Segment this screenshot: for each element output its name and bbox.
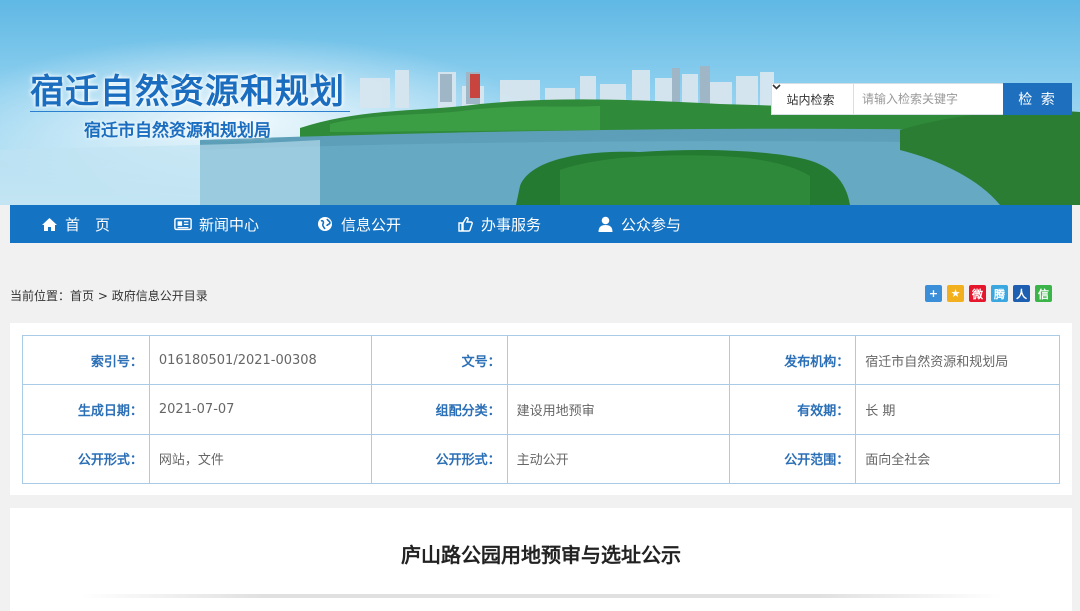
header-banner: 宿迁自然资源和规划 宿迁市自然资源和规划局 站内检索 检 索 <box>0 0 1080 205</box>
search-button[interactable]: 检 索 <box>1003 83 1072 115</box>
nav-item-home[interactable]: 首 页 <box>40 205 110 243</box>
meta-label-index-no: 索引号： <box>22 334 150 386</box>
nav-item-info-disclosure[interactable]: 信息公开 <box>316 205 401 243</box>
meta-value-disclosure-form: 网站，文件 <box>148 433 372 484</box>
meta-label-doc-no: 文号： <box>370 334 508 386</box>
nav-item-label: 公众参与 <box>621 215 682 234</box>
site-title: 宿迁自然资源和规划 <box>30 72 345 112</box>
nav-item-services[interactable]: 办事服务 <box>456 205 541 243</box>
meta-label-publisher: 发布机构： <box>729 334 857 386</box>
thumbs-up-icon <box>456 215 474 233</box>
meta-value-created-date: 2021-07-07 <box>148 384 372 435</box>
qzone-icon[interactable]: ★ <box>947 285 964 302</box>
weibo-icon[interactable]: 微 <box>969 285 986 302</box>
breadcrumb-separator: > <box>94 289 112 303</box>
search-scope-select[interactable]: 站内检索 <box>772 84 854 114</box>
table-row: 索引号： 016180501/2021-00308 文号： 发布机构： 宿迁市自… <box>22 334 1060 386</box>
home-icon <box>40 215 58 233</box>
meta-value-publisher: 宿迁市自然资源和规划局 <box>855 334 1060 386</box>
nav-item-public-participation[interactable]: 公众参与 <box>596 205 681 243</box>
meta-label-validity: 有效期： <box>729 384 857 435</box>
meta-label-created-date: 生成日期： <box>22 384 150 435</box>
tencent-weibo-icon[interactable]: 腾 <box>991 285 1008 302</box>
nav-item-label: 信息公开 <box>341 215 402 234</box>
title-divider <box>30 111 350 112</box>
meta-value-disclosure-scope: 面向全社会 <box>855 433 1060 484</box>
document-meta-panel: 索引号： 016180501/2021-00308 文号： 发布机构： 宿迁市自… <box>10 323 1072 495</box>
breadcrumb-home-link[interactable]: 首页 <box>70 289 94 303</box>
renren-icon[interactable]: 人 <box>1013 285 1030 302</box>
meta-value-disclosure-type: 主动公开 <box>506 433 731 484</box>
site-subtitle: 宿迁市自然资源和规划局 <box>84 121 271 141</box>
nav-item-label: 新闻中心 <box>199 215 260 234</box>
breadcrumb-prefix: 当前位置： <box>10 289 71 303</box>
table-row: 公开形式： 网站，文件 公开形式： 主动公开 公开范围： 面向全社会 <box>22 433 1060 484</box>
wechat-icon[interactable]: 信 <box>1035 285 1052 302</box>
meta-label-category: 组配分类： <box>370 384 508 435</box>
user-icon <box>596 215 614 233</box>
search-bar: 站内检索 检 索 <box>771 83 1072 115</box>
meta-value-index-no: 016180501/2021-00308 <box>148 334 372 386</box>
breadcrumb-catalog-link[interactable]: 政府信息公开目录 <box>112 289 208 303</box>
meta-label-disclosure-form: 公开形式： <box>22 433 150 484</box>
table-row: 生成日期： 2021-07-07 组配分类： 建设用地预审 有效期： 长 期 <box>22 384 1060 435</box>
search-scope-label: 站内检索 <box>786 92 835 107</box>
document-meta-table: 索引号： 016180501/2021-00308 文号： 发布机构： 宿迁市自… <box>22 334 1060 484</box>
globe-icon <box>316 215 334 233</box>
article-divider <box>80 594 1002 598</box>
meta-value-category: 建设用地预审 <box>506 384 731 435</box>
article-title: 庐山路公园用地预审与选址公示 <box>401 543 681 567</box>
nav-item-label: 首 页 <box>65 215 111 234</box>
meta-label-disclosure-scope: 公开范围： <box>729 433 857 484</box>
search-input[interactable] <box>854 84 1004 114</box>
article-panel: 庐山路公园用地预审与选址公示 <box>10 508 1072 611</box>
share-toolbar: + ★ 微 腾 人 信 <box>925 285 1057 302</box>
nav-item-label: 办事服务 <box>481 215 542 234</box>
newspaper-icon <box>174 215 192 233</box>
share-more-icon[interactable]: + <box>925 285 942 302</box>
meta-value-validity: 长 期 <box>855 384 1060 435</box>
nav-item-news[interactable]: 新闻中心 <box>174 205 259 243</box>
main-nav: 首 页 新闻中心 信息公开 办事服务 公众参与 <box>10 205 1072 243</box>
breadcrumb: 当前位置：首页 > 政府信息公开目录 <box>10 287 208 304</box>
meta-label-disclosure-type: 公开形式： <box>370 433 508 484</box>
meta-value-doc-no <box>506 334 731 386</box>
